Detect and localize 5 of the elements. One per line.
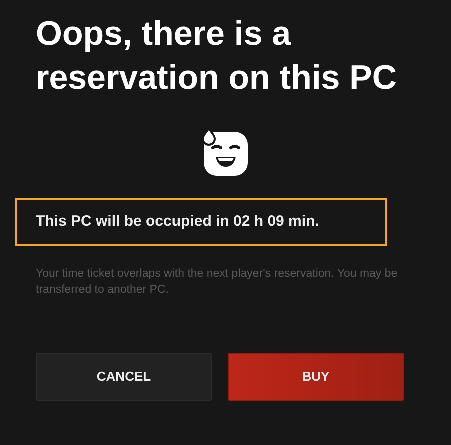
buy-button[interactable]: BUY [228,353,404,401]
occupied-notice: This PC will be occupied in 02 h 09 min. [15,198,387,246]
description-text: Your time ticket overlaps with the next player's reservation. You may be transferred to another PC. [35,267,399,298]
cancel-button[interactable]: CANCEL [36,353,212,401]
dialog-title: Oops, there is a reservation on this PC [35,14,398,99]
